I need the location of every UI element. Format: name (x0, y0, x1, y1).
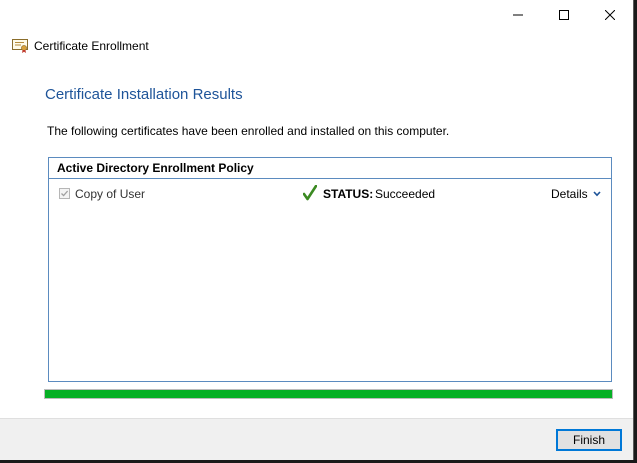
caption-buttons (495, 0, 633, 30)
maximize-icon (559, 10, 569, 20)
maximize-button[interactable] (541, 0, 587, 30)
chevron-down-icon (593, 191, 601, 197)
certificate-name: Copy of User (75, 187, 146, 201)
status-value: Succeeded (375, 187, 436, 201)
intro-text: The following certificates have been enr… (47, 124, 450, 138)
page-heading: Certificate Installation Results (45, 86, 243, 103)
details-label: Details (551, 187, 588, 201)
window-title: Certificate Enrollment (34, 39, 149, 53)
enrollment-policy-panel: Active Directory Enrollment Policy Copy … (48, 157, 612, 382)
status-label: STATUS: (323, 187, 374, 201)
finish-button[interactable]: Finish (556, 429, 622, 451)
minimize-button[interactable] (495, 0, 541, 30)
details-toggle[interactable]: Details (551, 187, 601, 201)
success-check-icon (303, 185, 317, 201)
certificate-checkbox[interactable] (59, 188, 70, 199)
title-row: Certificate Enrollment (12, 38, 149, 54)
minimize-icon (513, 14, 523, 16)
close-icon (605, 10, 615, 20)
dialog-footer: Finish (0, 418, 633, 460)
certificate-enrollment-window: Certificate Enrollment Certificate Insta… (0, 0, 634, 460)
progress-bar (44, 389, 613, 399)
policy-header: Active Directory Enrollment Policy (49, 158, 611, 179)
certificate-icon (12, 39, 28, 53)
close-button[interactable] (587, 0, 633, 30)
progress-fill (45, 390, 612, 398)
checkmark-icon (61, 190, 69, 197)
